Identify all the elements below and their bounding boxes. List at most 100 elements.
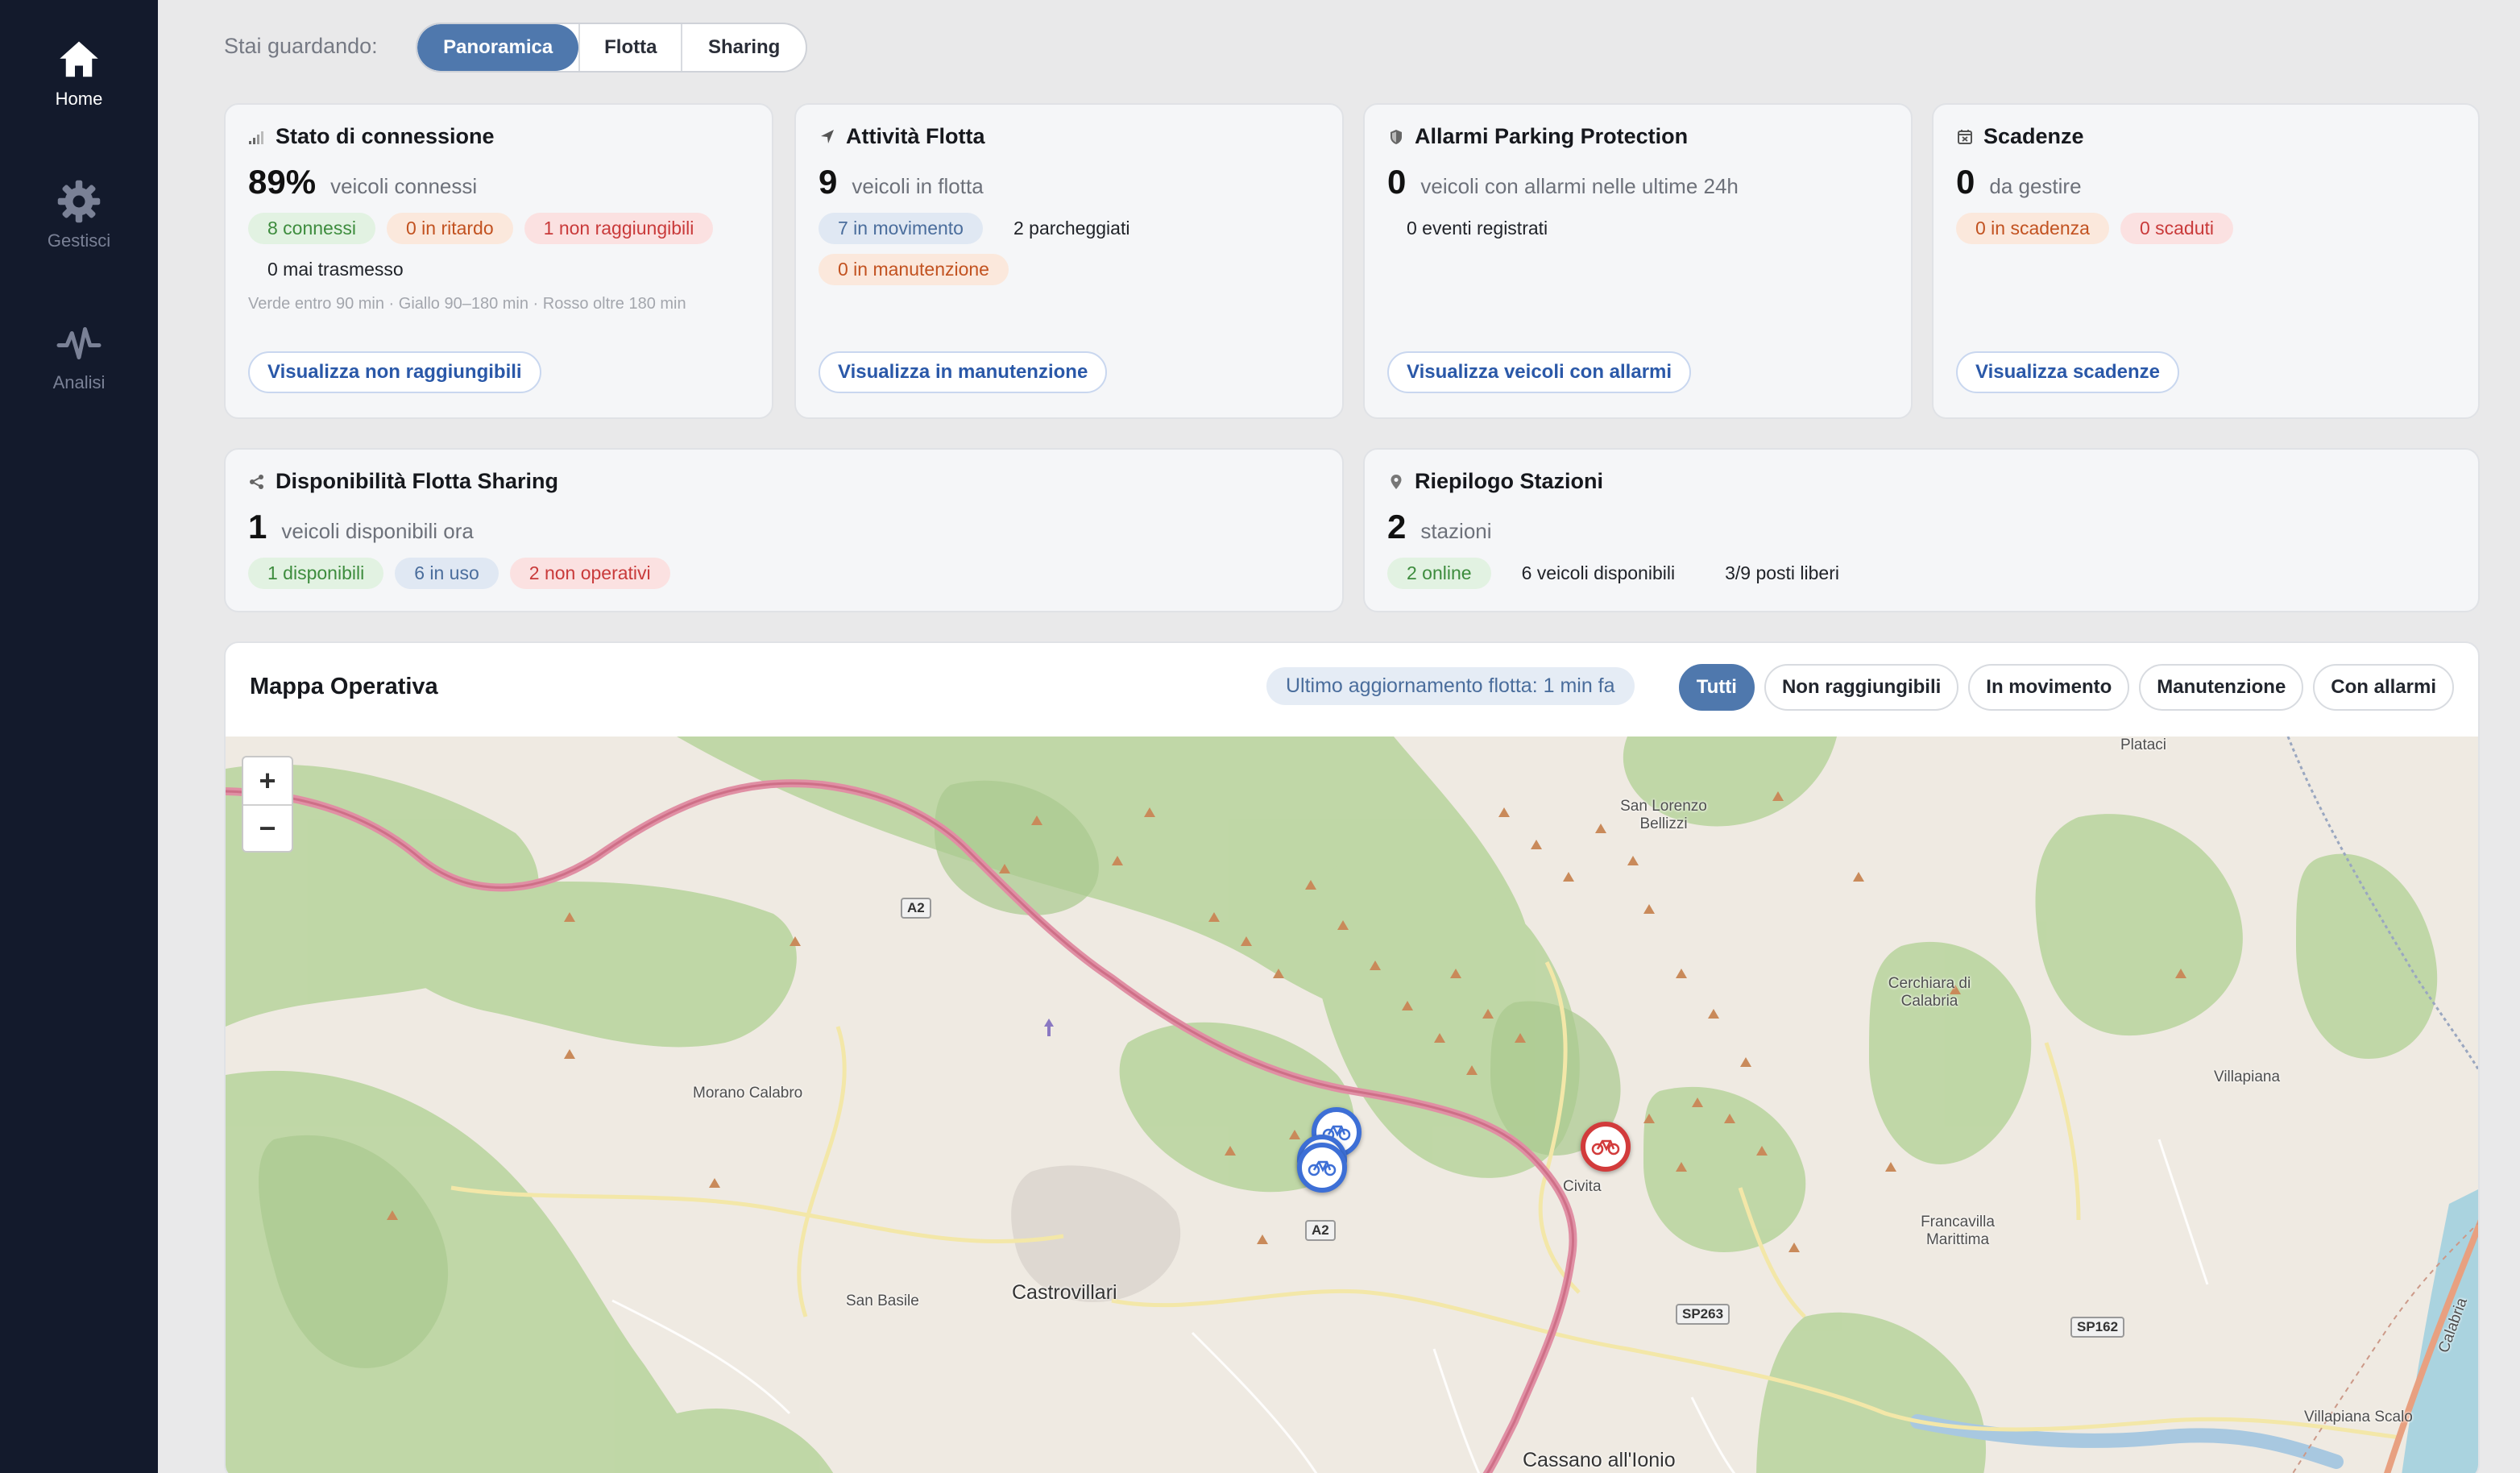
stations-summary-card: Riepilogo Stazioni 2 stazioni 2 online 6… xyxy=(1363,448,2480,612)
connection-chips: 8 connessi 0 in ritardo 1 non raggiungib… xyxy=(248,213,764,285)
sidebar-item-label: Home xyxy=(55,89,103,109)
stations-summary: 2 stazioni xyxy=(1387,508,1492,546)
sidebar-item-analisi[interactable]: Analisi xyxy=(0,319,158,393)
vehicle-marker-alert[interactable] xyxy=(1581,1122,1631,1172)
bike-icon xyxy=(1591,1139,1620,1156)
connected-label: veicoli connessi xyxy=(330,174,478,198)
status-badge-maintenance: 0 in manutenzione xyxy=(819,254,1009,285)
status-badge-available: 1 disponibili xyxy=(248,558,384,589)
view-option-sharing[interactable]: Sharing xyxy=(681,24,806,71)
map-tiles xyxy=(226,736,2478,1473)
map-filters: Tutti Non raggiungibili In movimento Man… xyxy=(1678,664,2454,711)
map-place-label: Francavilla Marittima xyxy=(1921,1214,1995,1248)
deadlines-chips: 0 in scadenza 0 scaduti xyxy=(1956,213,2456,244)
map-place-label: San Lorenzo Bellizzi xyxy=(1620,798,1707,832)
status-badge-online: 2 online xyxy=(1387,558,1491,589)
sharing-chips: 1 disponibili 6 in uso 2 non operativi xyxy=(248,558,1295,589)
filter-moving-button[interactable]: In movimento xyxy=(1968,664,2130,711)
map-place-label: Villapiana xyxy=(2214,1068,2281,1085)
road-shield: A2 xyxy=(901,898,931,919)
connection-status-card: Stato di connessione 89% veicoli conness… xyxy=(224,103,773,419)
connected-percentage: 89% xyxy=(248,163,317,201)
view-unreachable-button[interactable]: Visualizza non raggiungibili xyxy=(248,351,541,393)
card-title: Attività Flotta xyxy=(819,124,985,149)
sharing-summary: 1 veicoli disponibili ora xyxy=(248,508,474,546)
status-badge-parked: 2 parcheggiati xyxy=(1013,218,1130,239)
stations-count: 2 xyxy=(1387,508,1407,546)
map-place-label: Civita xyxy=(1563,1178,1602,1195)
bike-icon xyxy=(1308,1160,1337,1176)
sharing-availability-card: Disponibilità Flotta Sharing 1 veicoli d… xyxy=(224,448,1344,612)
sidebar-item-label: Analisi xyxy=(52,372,106,392)
filter-unreachable-button[interactable]: Non raggiungibili xyxy=(1764,664,1959,711)
connection-summary: 89% veicoli connessi xyxy=(248,163,477,201)
signal-icon xyxy=(249,131,263,144)
fleet-count: 9 xyxy=(819,163,838,201)
card-title: Scadenze xyxy=(1956,124,2084,149)
map-place-label: Plataci xyxy=(2120,736,2167,753)
deadlines-count: 0 xyxy=(1956,163,1975,201)
status-badge-delayed: 0 in ritardo xyxy=(386,213,513,244)
share-icon xyxy=(250,474,263,489)
gear-icon xyxy=(57,180,101,223)
stations-chips: 2 online 6 veicoli disponibili 3/9 posti… xyxy=(1387,558,2435,589)
view-option-panoramica[interactable]: Panoramica xyxy=(417,24,579,71)
view-switcher: Panoramica Flotta Sharing xyxy=(416,23,807,73)
map-canvas[interactable]: + − Castrovillari Morano Calabro San Bas… xyxy=(226,736,2478,1473)
sidebar: Home Gestisci Analisi xyxy=(0,0,158,1473)
vehicle-marker[interactable] xyxy=(1297,1143,1347,1193)
operational-map-card: Mappa Operativa Ultimo aggiornamento flo… xyxy=(224,641,2480,1473)
status-badge-free-slots: 3/9 posti liberi xyxy=(1725,562,1839,583)
sidebar-item-gestisci[interactable]: Gestisci xyxy=(0,177,158,251)
status-badge-expired: 0 scaduti xyxy=(2120,213,2233,244)
available-count: 1 xyxy=(248,508,267,546)
stations-label: stazioni xyxy=(1420,519,1492,543)
road-shield: SP263 xyxy=(1676,1304,1730,1325)
view-alarm-vehicles-button[interactable]: Visualizza veicoli con allarmi xyxy=(1387,351,1692,393)
sidebar-item-home[interactable]: Home xyxy=(0,35,158,110)
filter-all-button[interactable]: Tutti xyxy=(1678,664,1755,711)
deadlines-label: da gestire xyxy=(1989,174,2082,198)
fleet-activity-card: Attività Flotta 9 veicoli in flotta 7 in… xyxy=(794,103,1344,419)
view-deadlines-button[interactable]: Visualizza scadenze xyxy=(1956,351,2180,393)
map-place-label: San Basile xyxy=(846,1293,919,1309)
last-update-badge: Ultimo aggiornamento flotta: 1 min fa xyxy=(1266,667,1635,705)
road-shield: A2 xyxy=(1305,1220,1336,1241)
view-maintenance-button[interactable]: Visualizza in manutenzione xyxy=(819,351,1108,393)
card-title: Allarmi Parking Protection xyxy=(1387,124,1688,149)
zoom-control: + − xyxy=(242,756,293,853)
filter-alarms-button[interactable]: Con allarmi xyxy=(2313,664,2454,711)
card-title: Stato di connessione xyxy=(248,124,495,149)
navigation-icon xyxy=(821,129,834,143)
map-place-label: Villapiana Scalo xyxy=(2304,1409,2413,1425)
map-place-label: Cerchiara di Calabria xyxy=(1888,975,1971,1010)
status-badge-in-use: 6 in uso xyxy=(395,558,499,589)
card-title: Riepilogo Stazioni xyxy=(1387,469,1603,494)
card-title: Disponibilità Flotta Sharing xyxy=(248,469,558,494)
status-badge-not-operational: 2 non operativi xyxy=(509,558,670,589)
status-badge-expiring: 0 in scadenza xyxy=(1956,213,2109,244)
zoom-in-button[interactable]: + xyxy=(243,757,292,804)
status-badge-unreachable: 1 non raggiungibili xyxy=(524,213,714,244)
filter-maintenance-button[interactable]: Manutenzione xyxy=(2139,664,2304,711)
deadlines-summary: 0 da gestire xyxy=(1956,163,2082,201)
alarms-label: veicoli con allarmi nelle ultime 24h xyxy=(1420,174,1739,198)
activity-icon xyxy=(56,327,102,359)
zoom-out-button[interactable]: − xyxy=(243,804,292,851)
status-badge-connected: 8 connessi xyxy=(248,213,375,244)
map-place-label: Cassano all'Ionio xyxy=(1523,1449,1676,1471)
alarms-summary: 0 veicoli con allarmi nelle ultime 24h xyxy=(1387,163,1739,201)
status-badge-events: 0 eventi registrati xyxy=(1407,218,1548,239)
view-option-flotta[interactable]: Flotta xyxy=(578,24,681,71)
connection-legend-hint: Verde entro 90 min · Giallo 90–180 min ·… xyxy=(248,295,686,313)
shield-icon xyxy=(1391,129,1402,144)
fleet-label: veicoli in flotta xyxy=(852,174,984,198)
map-title: Mappa Operativa xyxy=(250,674,438,699)
alarms-count: 0 xyxy=(1387,163,1407,201)
alarms-chips: 0 eventi registrati xyxy=(1387,213,1887,244)
status-badge-vehicles-available: 6 veicoli disponibili xyxy=(1521,562,1676,583)
sidebar-item-label: Gestisci xyxy=(47,230,111,251)
view-switcher-label: Stai guardando: xyxy=(224,34,378,58)
calendar-x-icon xyxy=(1958,129,1972,144)
home-icon xyxy=(60,41,98,77)
